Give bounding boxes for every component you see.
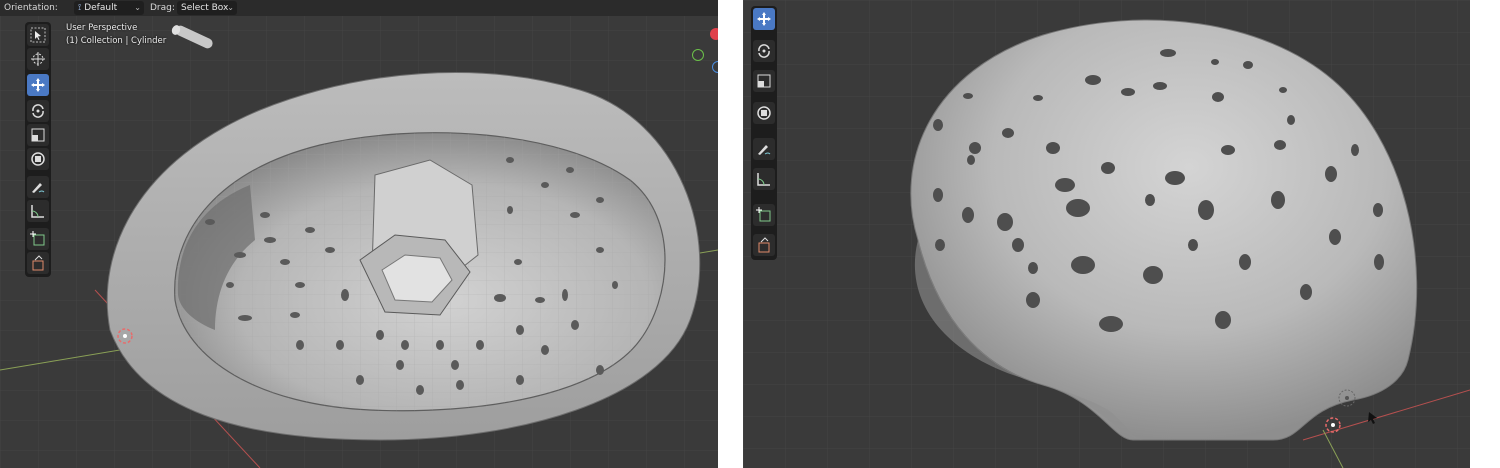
tool-shelf — [25, 22, 51, 277]
right-3d-scene[interactable] — [743, 0, 1470, 468]
tool-move[interactable] — [27, 74, 49, 96]
orientation-label: Orientation: — [4, 3, 58, 13]
select-box-icon — [30, 27, 46, 43]
move-icon — [757, 12, 771, 26]
tool-add-cube[interactable] — [753, 204, 775, 226]
annotate-icon — [32, 183, 45, 193]
left-3d-scene[interactable] — [0, 0, 718, 468]
drag-label: Drag: — [150, 3, 175, 13]
collection-label: (1) Collection | Cylinder — [66, 36, 167, 46]
measure-icon — [757, 173, 770, 186]
tool-move[interactable] — [753, 8, 775, 30]
left-viewport[interactable]: Orientation: ⟟ Default ⌄ Drag: Select Bo… — [0, 0, 718, 468]
scale-icon — [31, 128, 45, 142]
tool-annotate[interactable] — [27, 176, 49, 198]
rotate-icon — [758, 44, 770, 58]
tool-scale[interactable] — [27, 124, 49, 146]
tool-measure[interactable] — [753, 168, 775, 190]
tool-extrude[interactable] — [753, 234, 775, 256]
transform-icon — [31, 152, 45, 166]
right-viewport[interactable] — [743, 0, 1470, 468]
extrude-icon — [758, 237, 770, 253]
tool-extrude[interactable] — [27, 252, 49, 274]
transform-icon — [757, 106, 771, 120]
chevron-down-icon: ⌄ — [227, 3, 234, 12]
cursor-icon — [31, 52, 45, 66]
tool-transform[interactable] — [27, 148, 49, 170]
viewport-header: Orientation: ⟟ Default ⌄ Drag: Select Bo… — [0, 0, 718, 16]
gizmo-y-axis-icon[interactable] — [692, 49, 704, 61]
orientation-dropdown[interactable]: ⟟ Default ⌄ — [74, 1, 144, 15]
drag-dropdown[interactable]: Select Box ⌄ — [177, 1, 237, 15]
rotate-icon — [32, 104, 44, 118]
annotate-icon — [758, 145, 771, 155]
perspective-label: User Perspective — [66, 23, 138, 33]
tool-annotate[interactable] — [753, 138, 775, 160]
tool-measure[interactable] — [27, 200, 49, 222]
add-cube-icon — [30, 231, 45, 246]
tool-rotate[interactable] — [27, 100, 49, 122]
add-cube-icon — [756, 207, 771, 222]
tool-rotate[interactable] — [753, 40, 775, 62]
gizmo-z-axis-icon[interactable] — [712, 61, 718, 73]
scale-icon — [757, 74, 771, 88]
measure-icon — [31, 205, 44, 218]
move-icon — [31, 78, 45, 92]
tool-transform[interactable] — [753, 102, 775, 124]
extrude-icon — [32, 255, 44, 271]
chevron-down-icon: ⌄ — [134, 3, 141, 12]
tool-shelf — [751, 6, 777, 260]
tool-add-cube[interactable] — [27, 228, 49, 250]
tool-cursor[interactable] — [27, 48, 49, 70]
tool-select-box[interactable] — [27, 24, 49, 46]
gizmo-x-axis-icon[interactable] — [710, 28, 718, 40]
tool-scale[interactable] — [753, 70, 775, 92]
